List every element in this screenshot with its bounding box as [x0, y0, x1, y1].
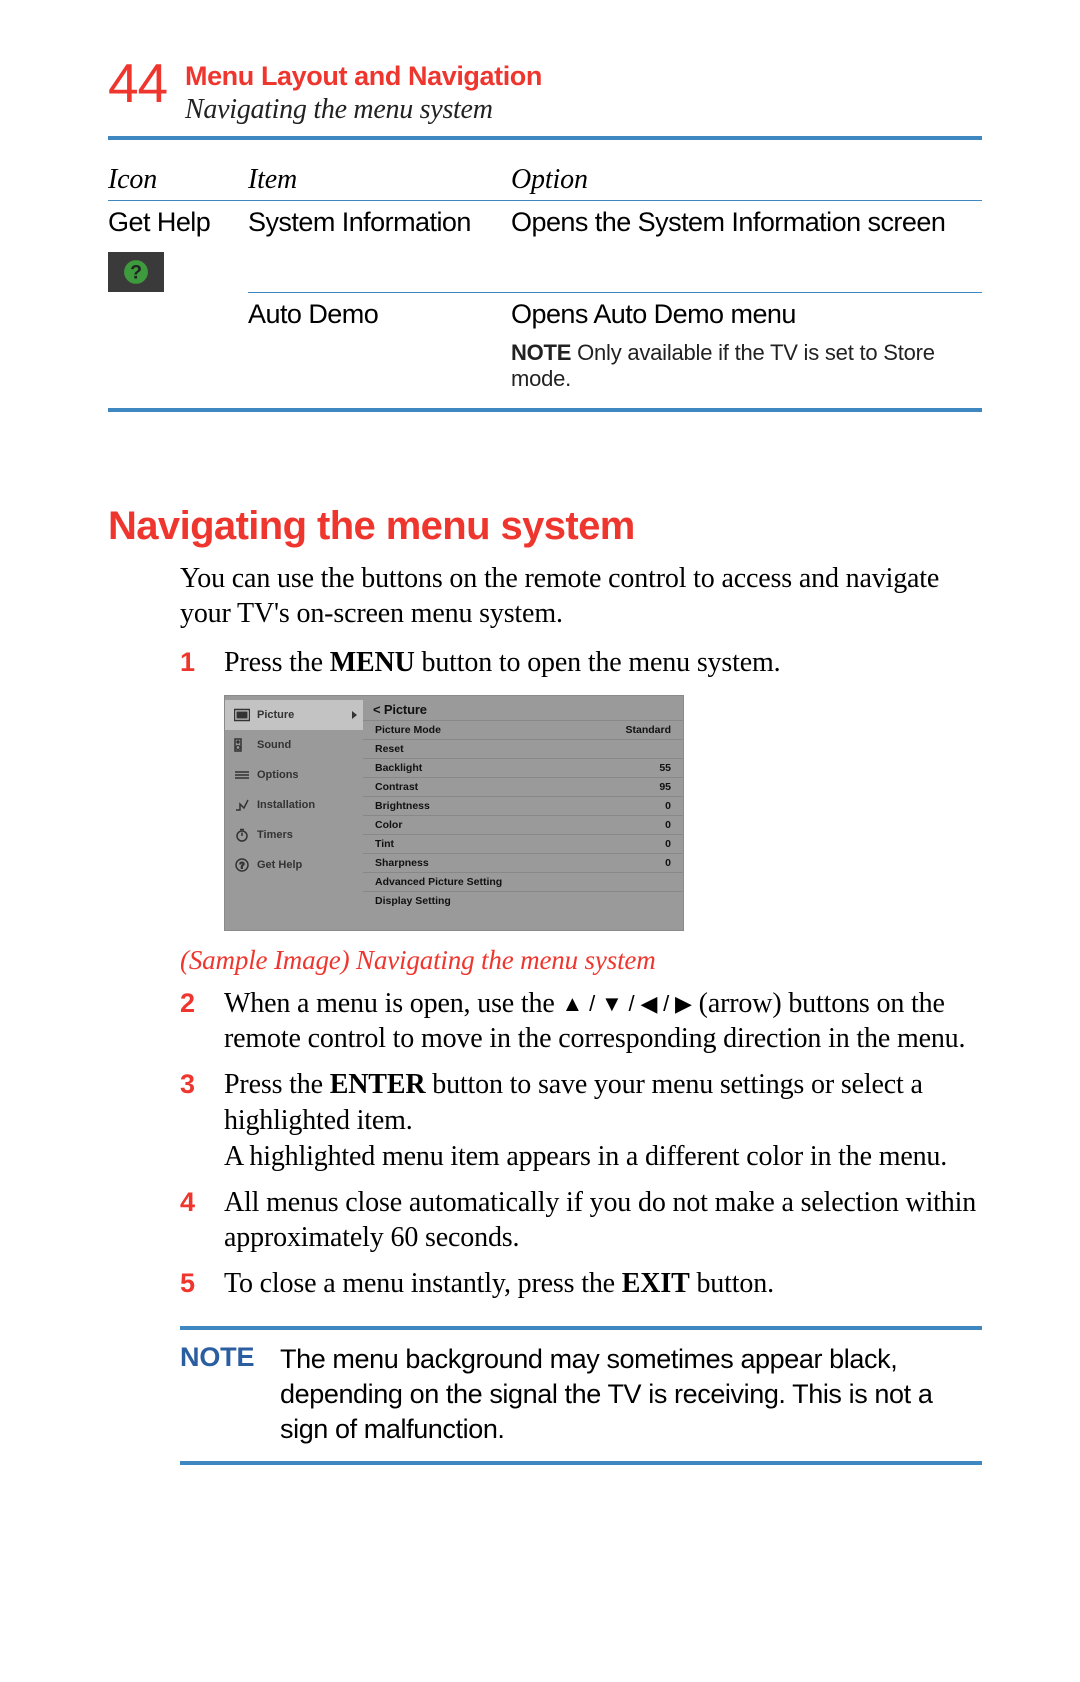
th-item: Item — [248, 156, 511, 200]
tv-row: Picture ModeStandard — [363, 720, 683, 739]
installation-icon — [233, 798, 251, 812]
note-content: The menu background may sometimes appear… — [280, 1342, 982, 1447]
section-intro: You can use the buttons on the remote co… — [180, 561, 982, 631]
arrow-icons: ▲ / ▼ / ◀ / ▶ — [562, 991, 692, 1016]
note-label: NOTE — [511, 340, 571, 365]
options-icon — [233, 768, 251, 782]
table-row: Get Help ? System Information Opens the … — [108, 201, 982, 292]
tv-sidebar: Picture Sound Options Installation Timer… — [225, 696, 363, 930]
step-number: 3 — [180, 1067, 224, 1174]
tv-row: Backlight55 — [363, 758, 683, 777]
picture-icon — [233, 708, 251, 722]
chevron-right-icon — [352, 711, 357, 719]
step-number: 5 — [180, 1266, 224, 1302]
note-text: Only available if the TV is set to Store… — [511, 340, 935, 391]
step-2: 2 When a menu is open, use the ▲ / ▼ / ◀… — [180, 986, 982, 1058]
step-5: 5 To close a menu instantly, press the E… — [180, 1266, 982, 1302]
tv-row: Tint0 — [363, 834, 683, 853]
tv-side-picture: Picture — [225, 700, 363, 730]
sound-icon — [233, 738, 251, 752]
step-number: 4 — [180, 1185, 224, 1257]
step-number: 1 — [180, 645, 224, 681]
step-text: Press the MENU button to open the menu s… — [224, 645, 982, 681]
th-icon: Icon — [108, 156, 248, 200]
tv-side-timers: Timers — [225, 820, 363, 850]
chapter-title: Menu Layout and Navigation — [185, 62, 542, 92]
cell-item: Auto Demo — [248, 293, 511, 334]
table-bottom-rule — [108, 408, 982, 412]
steps-list: 1 Press the MENU button to open the menu… — [180, 645, 982, 681]
step-1: 1 Press the MENU button to open the menu… — [180, 645, 982, 681]
cell-icon: Get Help ? — [108, 201, 248, 292]
tv-side-sound: Sound — [225, 730, 363, 760]
note-rule-bottom — [180, 1461, 982, 1465]
note-block: NOTE The menu background may sometimes a… — [180, 1326, 982, 1465]
note-label: NOTE — [180, 1342, 280, 1447]
tv-side-gethelp: ? Get Help — [225, 850, 363, 880]
sample-caption: (Sample Image) Navigating the menu syste… — [180, 945, 982, 976]
tv-row: Color0 — [363, 815, 683, 834]
cell-item: System Information — [248, 201, 511, 242]
table-row: Auto Demo Opens Auto Demo menu NOTE Only… — [108, 293, 982, 392]
timers-icon — [233, 828, 251, 842]
header-rule — [108, 136, 982, 140]
tv-main-panel: < Picture Picture ModeStandard Reset Bac… — [363, 696, 683, 930]
th-option: Option — [511, 156, 982, 200]
icon-label: Get Help — [108, 201, 248, 242]
step-text: To close a menu instantly, press the EXI… — [224, 1266, 982, 1302]
tv-panel-title: < Picture — [363, 696, 683, 720]
table-header-row: Icon Item Option — [108, 156, 982, 200]
tv-side-options: Options — [225, 760, 363, 790]
step-text: When a menu is open, use the ▲ / ▼ / ◀ /… — [224, 986, 982, 1058]
page-header: 44 Menu Layout and Navigation Navigating… — [108, 56, 982, 126]
tv-settings-list: Picture ModeStandard Reset Backlight55 C… — [363, 720, 683, 910]
gethelp-icon: ? — [233, 858, 251, 872]
tv-row: Display Setting — [363, 891, 683, 910]
info-table: Icon Item Option Get Help ? System Infor… — [108, 156, 982, 412]
tv-row: Contrast95 — [363, 777, 683, 796]
table-note: NOTE Only available if the TV is set to … — [511, 334, 982, 392]
cell-option: Opens Auto Demo menu — [511, 293, 982, 334]
step-3: 3 Press the ENTER button to save your me… — [180, 1067, 982, 1174]
step-number: 2 — [180, 986, 224, 1058]
header-subtitle: Navigating the menu system — [185, 94, 542, 126]
header-titles: Menu Layout and Navigation Navigating th… — [185, 56, 542, 126]
svg-text:?: ? — [239, 860, 245, 870]
sample-menu-screenshot: Picture Sound Options Installation Timer… — [224, 695, 684, 931]
tv-row: Brightness0 — [363, 796, 683, 815]
step-text: Press the ENTER button to save your menu… — [224, 1067, 982, 1174]
tv-side-installation: Installation — [225, 790, 363, 820]
cell-item-col: System Information — [248, 201, 511, 242]
steps-list-cont: 2 When a menu is open, use the ▲ / ▼ / ◀… — [180, 986, 982, 1303]
step-4: 4 All menus close automatically if you d… — [180, 1185, 982, 1257]
tv-row: Reset — [363, 739, 683, 758]
tv-row: Advanced Picture Setting — [363, 872, 683, 891]
section-heading: Navigating the menu system — [108, 504, 982, 549]
step-text: All menus close automatically if you do … — [224, 1185, 982, 1257]
cell-option-col: Opens the System Information screen — [511, 201, 982, 242]
tv-row: Sharpness0 — [363, 853, 683, 872]
page-number: 44 — [108, 56, 167, 111]
svg-text:?: ? — [130, 261, 142, 283]
cell-option: Opens the System Information screen — [511, 201, 982, 242]
help-icon: ? — [108, 252, 164, 292]
